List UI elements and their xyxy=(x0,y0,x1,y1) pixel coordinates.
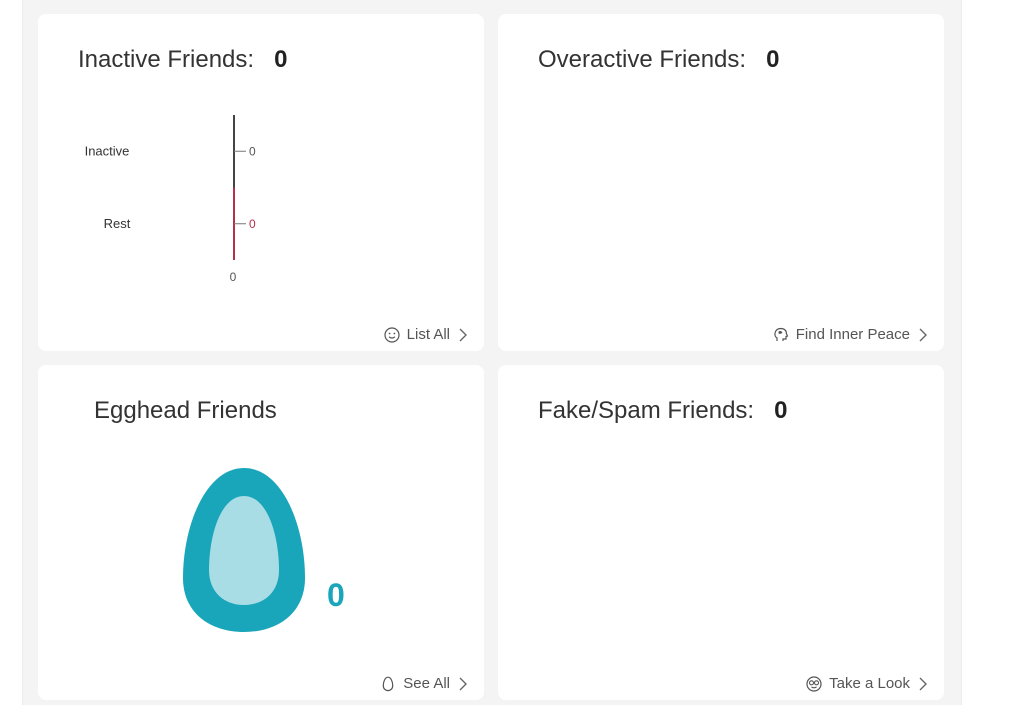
egg-icon xyxy=(183,468,305,632)
find-inner-peace-link[interactable]: Find Inner Peace xyxy=(773,326,928,343)
find-inner-peace-label: Find Inner Peace xyxy=(795,326,910,343)
chart-category-label: Inactive xyxy=(85,143,130,158)
smiley-face-icon xyxy=(384,326,400,343)
take-a-look-link[interactable]: Take a Look xyxy=(806,675,928,692)
list-all-label: List All xyxy=(406,326,450,343)
overactive-friends-count: 0 xyxy=(766,46,780,73)
chevron-right-icon xyxy=(459,677,467,690)
overactive-friends-title: Overactive Friends: 0 xyxy=(538,46,779,74)
overactive-friends-title-text: Overactive Friends: xyxy=(538,46,747,73)
fake-spam-friends-count: 0 xyxy=(774,397,788,424)
egg-outline-icon xyxy=(382,676,394,691)
glasses-face-icon xyxy=(806,675,822,692)
egghead-friends-count: 0 xyxy=(327,577,345,613)
chevron-right-icon xyxy=(459,328,467,341)
egghead-graphic: 0 xyxy=(38,365,484,700)
chevron-right-icon xyxy=(919,677,927,690)
see-all-label: See All xyxy=(403,675,450,692)
fake-spam-friends-title-text: Fake/Spam Friends: xyxy=(538,397,755,424)
see-all-link[interactable]: See All xyxy=(380,675,468,692)
overactive-friends-card: Overactive Friends: 0 Find Inner Peace xyxy=(498,14,944,351)
take-a-look-label: Take a Look xyxy=(829,675,910,692)
list-all-link[interactable]: List All xyxy=(384,326,468,343)
head-profile-icon xyxy=(774,327,789,341)
chart-value-label: 0 xyxy=(249,144,256,158)
chart-x-tick-label: 0 xyxy=(230,270,237,284)
fake-spam-friends-title: Fake/Spam Friends: 0 xyxy=(538,397,787,425)
fake-spam-friends-card: Fake/Spam Friends: 0 Take a Look xyxy=(498,365,944,700)
chart-value-label: 0 xyxy=(249,217,256,231)
chevron-right-icon xyxy=(919,328,927,341)
inactive-friends-card: Inactive Friends: 0 0 Inactive 0 Rest 0 List … xyxy=(38,14,484,351)
egghead-friends-card: Egghead Friends 0 See All xyxy=(38,365,484,700)
chart-category-label: Rest xyxy=(104,216,131,231)
inactive-friends-chart: 0 Inactive 0 Rest 0 xyxy=(85,115,256,284)
